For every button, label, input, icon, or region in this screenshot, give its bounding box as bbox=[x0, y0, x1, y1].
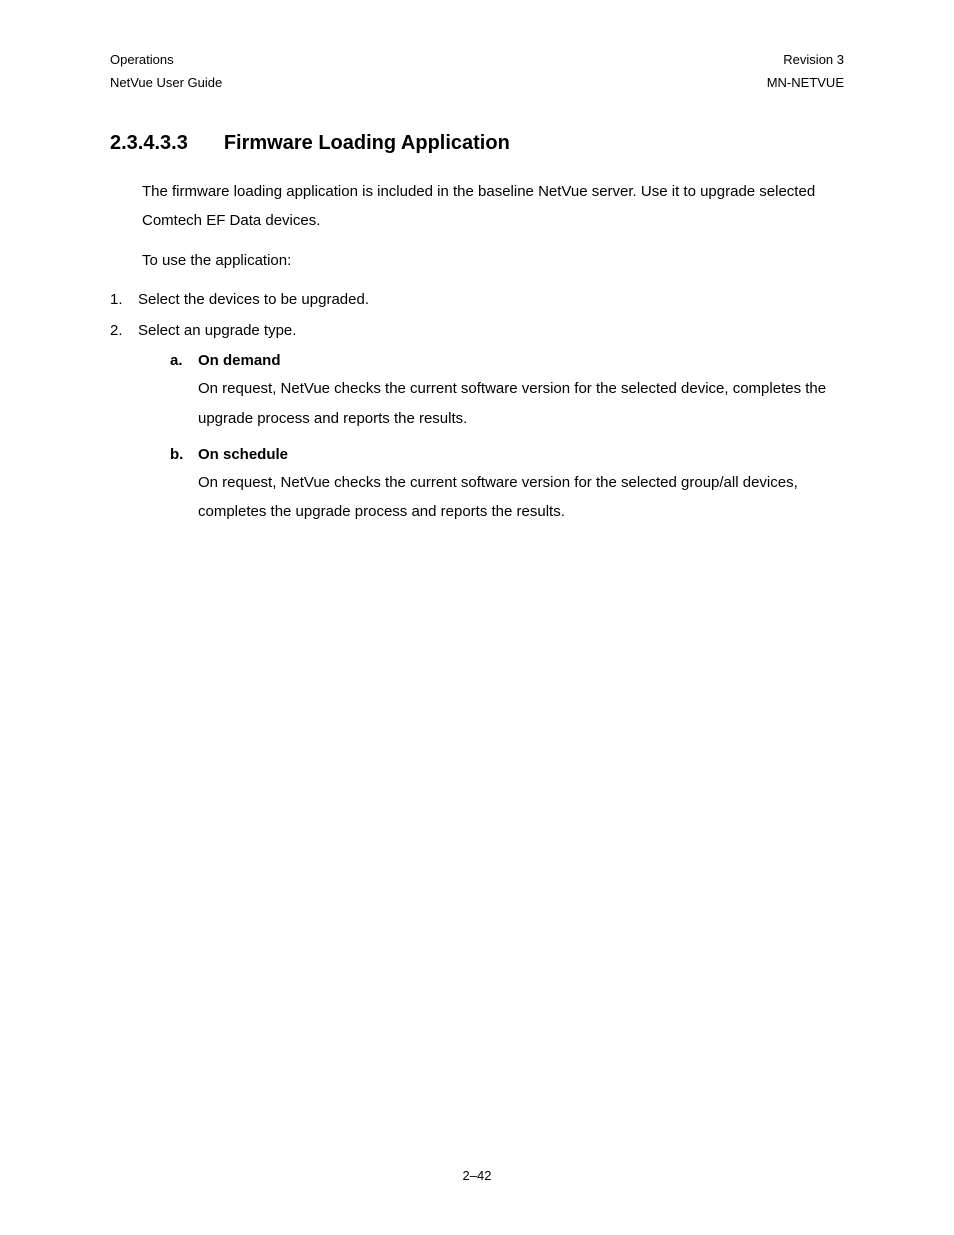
list-marker: 1. bbox=[110, 285, 138, 314]
page-header: Operations Revision 3 NetVue User Guide … bbox=[110, 50, 844, 92]
sub-body: On request, NetVue checks the current so… bbox=[198, 374, 844, 433]
page-number: 2–42 bbox=[0, 1168, 954, 1183]
list-item: 1. Select the devices to be upgraded. bbox=[110, 285, 844, 314]
instruction-line: To use the application: bbox=[142, 246, 844, 275]
sub-marker: b. bbox=[170, 441, 198, 468]
sub-list: a. On demand On request, NetVue checks t… bbox=[170, 347, 844, 526]
list-item: 2. Select an upgrade type. bbox=[110, 316, 844, 345]
sub-marker: a. bbox=[170, 347, 198, 374]
header-right-line-2: MN-NETVUE bbox=[767, 73, 844, 93]
section-title: Firmware Loading Application bbox=[224, 132, 510, 155]
sub-item: a. On demand On request, NetVue checks t… bbox=[170, 347, 844, 433]
list-text: Select an upgrade type. bbox=[138, 316, 296, 345]
list-text: Select the devices to be upgraded. bbox=[138, 285, 369, 314]
section-number: 2.3.4.3.3 bbox=[110, 132, 188, 155]
header-left-line-1: Operations bbox=[110, 50, 174, 70]
sub-item: b. On schedule On request, NetVue checks… bbox=[170, 441, 844, 527]
steps-list: 1. Select the devices to be upgraded. 2.… bbox=[110, 285, 844, 346]
intro-paragraph: The firmware loading application is incl… bbox=[142, 177, 844, 236]
sub-body: On request, NetVue checks the current so… bbox=[198, 468, 844, 527]
header-left-line-2: NetVue User Guide bbox=[110, 73, 222, 93]
sub-title: On demand bbox=[198, 347, 281, 374]
list-marker: 2. bbox=[110, 316, 138, 345]
sub-title: On schedule bbox=[198, 441, 288, 468]
header-right-line-1: Revision 3 bbox=[783, 50, 844, 70]
section-heading: 2.3.4.3.3 Firmware Loading Application bbox=[110, 132, 844, 155]
